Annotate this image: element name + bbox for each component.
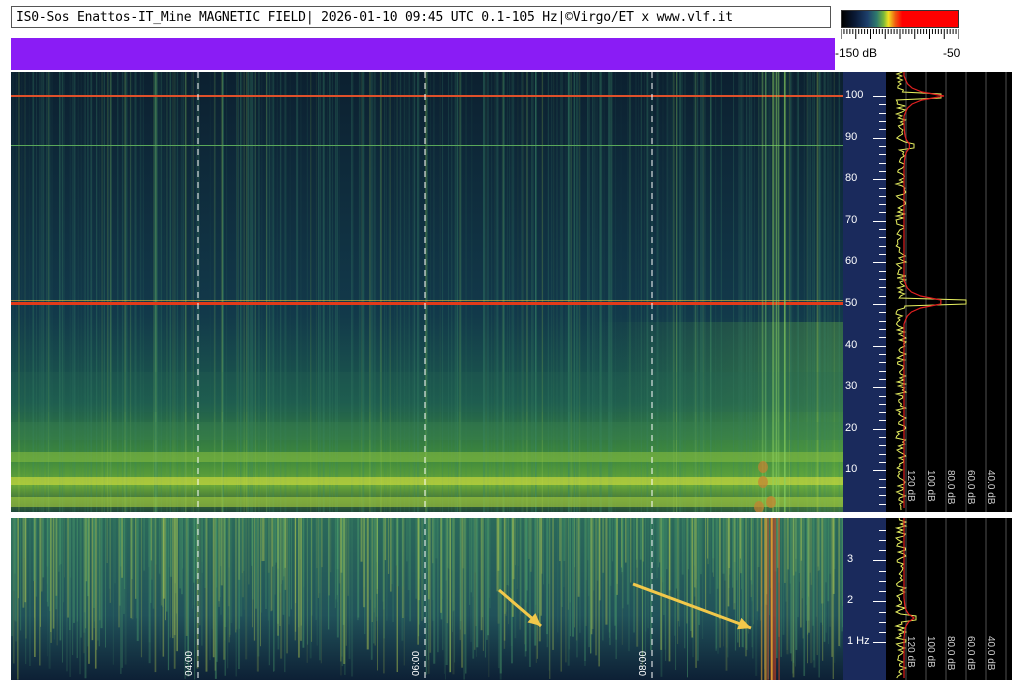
frequency-minor-tick	[879, 312, 886, 314]
spectrogram-upper	[11, 72, 843, 512]
frequency-minor-tick	[879, 104, 886, 106]
db-label: 80.0 dB	[945, 636, 956, 671]
frequency-minor-tick	[879, 162, 886, 164]
frequency-minor-tick	[879, 295, 886, 297]
frequency-minor-tick	[879, 503, 886, 505]
db-label: 120 dB	[905, 470, 916, 502]
frequency-minor-tick	[879, 353, 886, 355]
frequency-label: 10	[845, 463, 858, 476]
frequency-minor-tick	[879, 154, 886, 156]
frequency-label: 30	[845, 380, 858, 393]
frequency-minor-tick	[879, 540, 886, 541]
db-label: 60.0 dB	[965, 636, 976, 671]
frequency-minor-tick	[879, 129, 886, 131]
db-label: 100 dB	[925, 636, 936, 668]
frequency-minor-tick	[879, 530, 886, 531]
frequency-minor-tick	[879, 487, 886, 488]
db-label: 40.0 dB	[985, 470, 996, 505]
frequency-minor-tick	[879, 120, 886, 122]
frequency-label: 20	[845, 421, 858, 434]
frequency-label: 90	[845, 130, 858, 143]
frequency-tick	[873, 642, 886, 643]
frequency-label: 100	[845, 89, 864, 101]
frequency-minor-tick	[879, 622, 886, 623]
frequency-minor-tick	[879, 170, 886, 172]
frequency-minor-tick	[879, 270, 886, 272]
frequency-minor-tick	[879, 378, 886, 380]
spectrum-profile-upper	[886, 72, 1012, 512]
frequency-tick	[873, 304, 886, 305]
frequency-minor-tick	[879, 445, 886, 447]
frequency-label: 3	[847, 553, 854, 565]
title-box: IS0-Sos Enattos-IT_Mine MAGNETIC FIELD| …	[11, 6, 831, 28]
frequency-tick	[873, 96, 886, 97]
frequency-tick	[873, 470, 886, 472]
frequency-minor-tick	[879, 337, 886, 339]
frequency-minor-tick	[879, 478, 886, 480]
frequency-minor-tick	[879, 403, 886, 405]
scale-min-label: -150 dB	[835, 46, 878, 60]
frequency-minor-tick	[879, 462, 886, 463]
frequency-minor-tick	[879, 287, 886, 289]
db-label: 80.0 dB	[945, 470, 956, 505]
frequency-tick	[873, 387, 886, 389]
frequency-minor-tick	[879, 571, 886, 572]
frequency-minor-tick	[879, 395, 886, 397]
frequency-tick	[873, 179, 886, 181]
frequency-minor-tick	[879, 412, 886, 414]
frequency-tick	[873, 137, 886, 139]
frequency-minor-tick	[879, 437, 886, 439]
db-label: 100 dB	[925, 470, 936, 502]
frequency-minor-tick	[879, 245, 886, 247]
db-label: 60.0 dB	[965, 470, 976, 505]
color-scale: -150 dB -50	[835, 0, 1012, 70]
frequency-tick	[873, 428, 886, 430]
db-label: 40.0 dB	[985, 636, 996, 671]
frequency-minor-tick	[879, 229, 886, 231]
frequency-label: 40	[845, 338, 858, 351]
title-text: IS0-Sos Enattos-IT_Mine MAGNETIC FIELD| …	[16, 10, 733, 25]
colorbar	[841, 10, 959, 28]
frequency-axis-upper: 100 90 80 70 60 50 40 30 20 10	[843, 72, 886, 512]
frequency-minor-tick	[879, 453, 886, 455]
frequency-label: 80	[845, 172, 858, 185]
frequency-minor-tick	[879, 495, 886, 497]
header-band	[11, 36, 835, 70]
frequency-tick	[873, 560, 886, 561]
frequency-minor-tick	[879, 254, 886, 255]
frequency-minor-tick	[879, 362, 886, 364]
frequency-minor-tick	[879, 279, 886, 280]
frequency-minor-tick	[879, 328, 886, 330]
frequency-minor-tick	[879, 420, 886, 422]
frequency-label: 50	[845, 297, 858, 309]
frequency-minor-tick	[879, 320, 886, 322]
frequency-minor-tick	[879, 195, 886, 197]
frequency-minor-tick	[879, 632, 886, 633]
scale-max-label: -50	[943, 46, 961, 60]
spectrogram-lower	[11, 518, 843, 680]
frequency-minor-tick	[879, 145, 886, 147]
frequency-minor-tick	[879, 581, 886, 582]
frequency-minor-tick	[879, 212, 886, 214]
frequency-label: 2	[847, 594, 854, 606]
frequency-tick	[873, 345, 886, 347]
db-label: 120 dB	[905, 636, 916, 668]
frequency-label: 1 Hz	[847, 635, 870, 647]
frequency-minor-tick	[879, 112, 886, 114]
frequency-minor-tick	[879, 612, 886, 613]
frequency-label: 70	[845, 213, 858, 226]
frequency-tick	[873, 220, 886, 222]
frequency-minor-tick	[879, 591, 886, 592]
frequency-minor-tick	[879, 550, 886, 551]
frequency-tick	[873, 601, 886, 602]
frequency-tick	[873, 262, 886, 264]
colorbar-ticks	[841, 29, 959, 39]
frequency-minor-tick	[879, 370, 886, 372]
frequency-minor-tick	[879, 237, 886, 239]
frequency-minor-tick	[879, 204, 886, 206]
frequency-minor-tick	[879, 187, 886, 189]
frequency-label: 60	[845, 255, 858, 268]
frequency-axis-lower: 3 2 1 Hz	[843, 518, 886, 680]
